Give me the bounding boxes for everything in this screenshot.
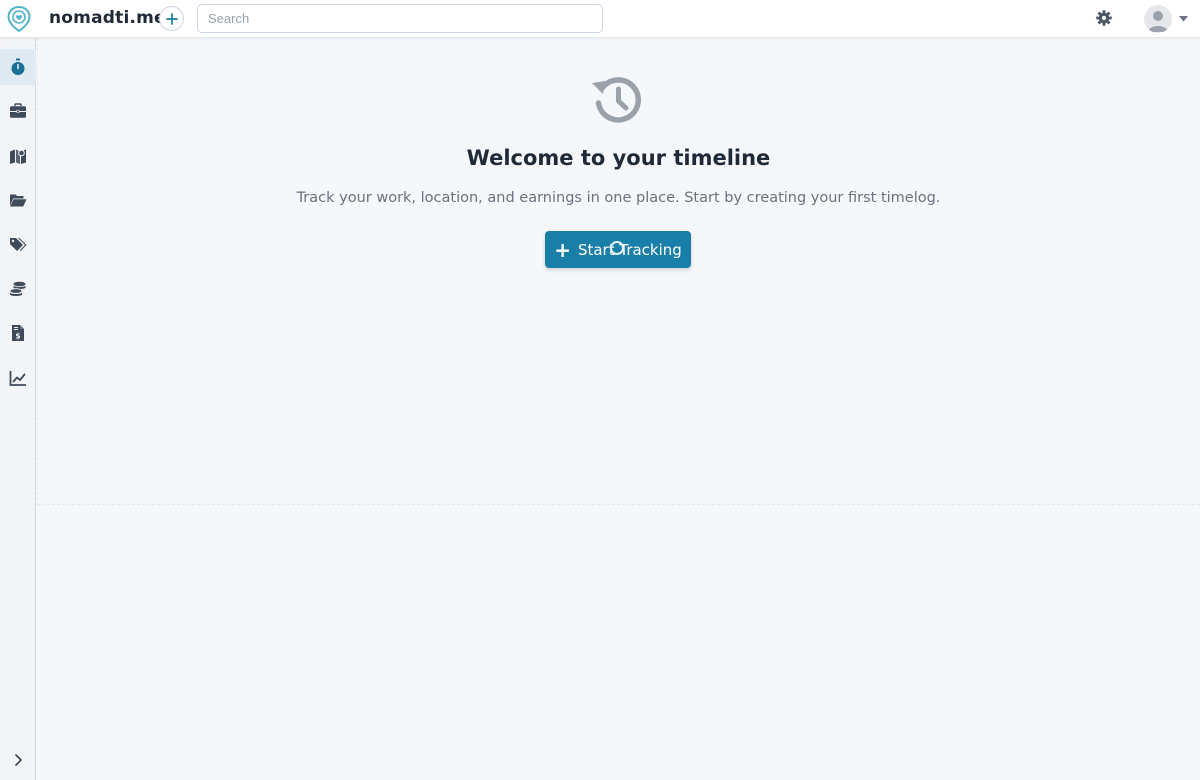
- sidebar-item-projects[interactable]: [0, 93, 36, 129]
- sidebar-item-timer[interactable]: [0, 49, 36, 85]
- start-tracking-label: Start Tracking: [577, 240, 682, 259]
- page-title: Welcome to your timeline: [466, 146, 771, 170]
- start-tracking-button[interactable]: + Start Tracking: [545, 231, 691, 268]
- sidebar-item-tags[interactable]: [0, 226, 36, 262]
- sidebar-item-finances[interactable]: [0, 271, 36, 307]
- sidebar-item-map[interactable]: [0, 138, 36, 174]
- briefcase-icon: [10, 103, 26, 118]
- invoice-dollar-icon: $: [12, 325, 24, 341]
- page-subtitle: Track your work, location, and earnings …: [296, 190, 941, 206]
- logo-icon[interactable]: [7, 6, 31, 32]
- sidebar-item-invoices[interactable]: $: [0, 315, 36, 351]
- user-menu[interactable]: [1144, 4, 1194, 34]
- top-bar: nomadti.me: [0, 0, 1200, 38]
- plus-icon: [165, 12, 178, 25]
- history-icon: [592, 77, 641, 123]
- quick-add-button[interactable]: [159, 6, 184, 31]
- stopwatch-icon: [11, 58, 25, 75]
- sidebar-item-folders[interactable]: [0, 182, 36, 218]
- user-avatar-icon: [1148, 11, 1168, 32]
- folder-open-icon: [10, 194, 27, 207]
- tags-icon: [10, 238, 27, 251]
- map-icon: [10, 149, 26, 164]
- sidebar-item-reports[interactable]: [0, 360, 36, 396]
- caret-down-icon: [1179, 16, 1188, 22]
- sidebar: $: [0, 38, 36, 780]
- avatar: [1144, 5, 1172, 33]
- chart-line-icon: [9, 371, 26, 386]
- plus-icon: +: [554, 237, 571, 262]
- coins-icon: [9, 281, 26, 296]
- chevron-right-icon: [15, 754, 22, 766]
- sidebar-expand-button[interactable]: [0, 748, 36, 772]
- gear-icon[interactable]: [1094, 8, 1114, 28]
- search-input[interactable]: [197, 4, 603, 33]
- app-title[interactable]: nomadti.me: [49, 8, 166, 28]
- svg-text:$: $: [15, 332, 20, 341]
